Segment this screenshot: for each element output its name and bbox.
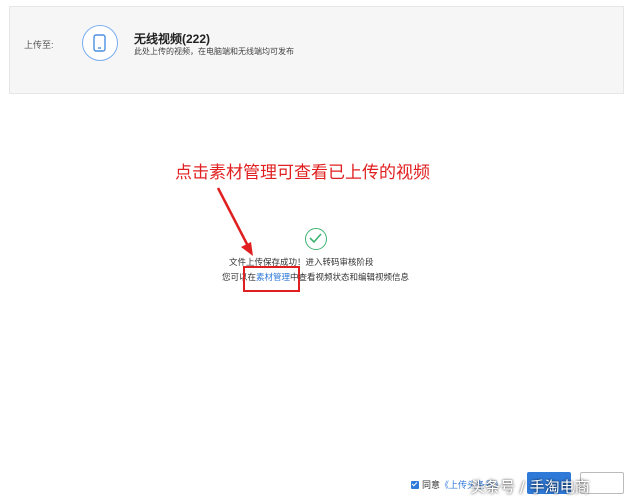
manage-hint-suffix: 中查看视频状态和编辑视频信息 xyxy=(290,272,410,282)
agree-label: 同意 xyxy=(422,480,441,490)
annotation-highlight-box xyxy=(243,266,300,292)
watermark-text: 头条号 / 手淘电商 xyxy=(470,478,590,496)
success-check-icon xyxy=(305,228,327,250)
annotation-arrow xyxy=(216,187,253,256)
agree-checkbox[interactable] xyxy=(411,481,419,489)
upload-result-page: 上传至: 无线视频(222) 此处上传的视频，在电脑端和无线端均可发布 点击素材… xyxy=(0,0,633,503)
